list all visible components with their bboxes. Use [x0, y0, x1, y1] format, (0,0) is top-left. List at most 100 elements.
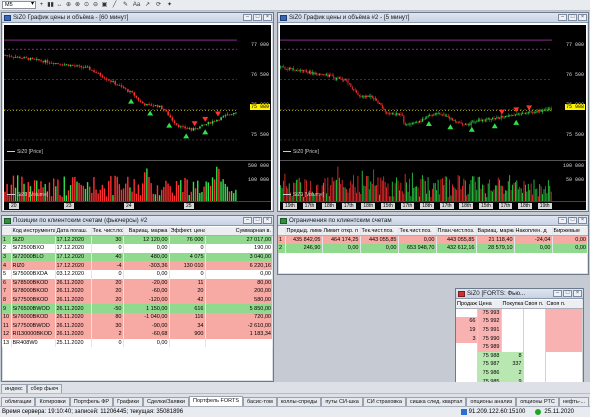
tab-9[interactable]: СИ страховка	[362, 397, 406, 406]
table-row[interactable]: 10 Si76000BKOD 26.11.2020 80 -1 040,00 116 720…	[2, 312, 273, 322]
col-cur-net[interactable]: Тек.чист.поз.	[360, 227, 399, 237]
zoom-out-icon[interactable]: ⊗	[74, 1, 81, 9]
order-book-row[interactable]: 66 75 992	[456, 317, 583, 326]
order-book-row[interactable]: 19 75 991	[456, 325, 583, 335]
order-book-row[interactable]: 75 993	[456, 308, 583, 318]
tab-2[interactable]: Портфель ФР	[69, 397, 114, 406]
col-own-1[interactable]: Своя п.	[523, 300, 546, 310]
table-row[interactable]: 13 BR408W0 25.11.2020 0 0,00	[2, 338, 273, 348]
minimize-button[interactable]: –	[243, 217, 252, 224]
col-buy[interactable]: Покупка	[501, 300, 524, 310]
tab-8[interactable]: путы СИ-шка	[321, 397, 363, 406]
col-sum[interactable]: Суммарная в.	[205, 227, 273, 237]
tab-7[interactable]: коллы-спреды	[276, 397, 322, 406]
table-row[interactable]: 2 Si72500BXO 17.12.2020 0 0,00 0 190,00	[2, 244, 273, 253]
tab-13[interactable]: нефть-...	[558, 397, 590, 406]
close-button[interactable]: ×	[578, 217, 587, 224]
tab-4[interactable]: Сделки/Заявки	[142, 397, 189, 406]
price-panel[interactable]: 77 000 76 500 76 000 75 500 75 988 SiZ0 …	[280, 25, 586, 158]
bars-icon[interactable]: ▮▮	[47, 1, 54, 9]
tab-3[interactable]: Графики	[113, 397, 143, 406]
close-button[interactable]: ×	[263, 14, 272, 21]
table-row[interactable]: 3 Si72000BLO 17.12.2020 40 480,00 4 075 3 040,…	[2, 252, 273, 262]
star-icon[interactable]: ✦	[165, 1, 174, 9]
table-row[interactable]: 8 Si77500BKOD 26.11.2020 20 -120,00 42 580,00	[2, 295, 273, 305]
interval-select[interactable]: M5	[2, 1, 36, 9]
crosshair-icon[interactable]: +	[38, 1, 45, 9]
tab-11[interactable]: опционы анализ	[466, 397, 517, 406]
col-own-2[interactable]: Своя п.	[545, 300, 583, 310]
order-book-row[interactable]: 75 987 337	[456, 360, 583, 369]
price-panel[interactable]: 77 000 76 500 76 000 75 500 75 989 SiZ0 …	[4, 25, 271, 158]
col-price[interactable]: Цена	[477, 300, 502, 310]
connection-indicator[interactable]: 91.209.122.60:15100	[460, 409, 525, 415]
minimize-button[interactable]: –	[558, 217, 567, 224]
minus-icon[interactable]: ⊖	[92, 1, 99, 9]
volume-panel[interactable]: 500 000 100 000 SiZ0 [Volume]	[4, 160, 271, 201]
col-exchange[interactable]: Биржевые	[552, 227, 588, 237]
table-row[interactable]: 9 Si76500BWOD 26.11.2020 -50 1 150,00 616 5 85…	[2, 304, 273, 313]
col-num[interactable]	[278, 227, 286, 237]
col-sell[interactable]: Продаж	[456, 300, 478, 310]
col-effprice[interactable]: Эффект. цена	[169, 227, 206, 237]
window-titlebar[interactable]: Позиции по клиентским счетам (фьючерсы) …	[2, 216, 273, 226]
volume-panel[interactable]: 100 000 50 000 SiZ0 [Volume]	[280, 160, 586, 201]
table-row[interactable]: 1 SiZ0 17.12.2020 30 12 120,00 76 000 27 017,0…	[2, 235, 273, 245]
maximize-button[interactable]: □	[563, 290, 572, 297]
table-row[interactable]: 2 246,90 0,00 0,00 653 948,70 432 612,16 28 57…	[278, 244, 588, 253]
line-tool-icon[interactable]: ╱	[110, 1, 119, 9]
close-button[interactable]: ×	[263, 217, 272, 224]
order-book-row[interactable]: 75 989	[456, 342, 583, 352]
window-titlebar[interactable]: SiZ0 График цены и объёма - [60 минут] –…	[2, 13, 273, 23]
maximize-button[interactable]: □	[568, 14, 577, 21]
col-open-limit[interactable]: Лимит откр. п	[322, 227, 361, 237]
window-titlebar[interactable]: SiZ0 [FORTS: Фью... – □ ×	[456, 289, 583, 299]
window-titlebar[interactable]: SiZ0 График цены и объёма #2 - [5 минут]…	[278, 13, 588, 23]
order-book-row[interactable]: 75 988 8	[456, 351, 583, 361]
table-row[interactable]: 7 Si78000BKOD 26.11.2020 20 -60,00 20 200,00	[2, 287, 273, 296]
table-row[interactable]: 5 Si75000BXDA 03.12.2020 0 0,00 0 0,00	[2, 269, 273, 279]
maximize-button[interactable]: □	[568, 217, 577, 224]
close-button[interactable]: ×	[573, 290, 582, 297]
pan-icon[interactable]: ↔	[56, 1, 63, 9]
col-num[interactable]	[2, 227, 12, 237]
minimize-button[interactable]: –	[553, 290, 562, 297]
col-cur-net-2[interactable]: Тек.чист.поз.	[398, 227, 437, 237]
col-varmargin[interactable]: Вариац. маржа	[476, 227, 515, 237]
tab-10[interactable]: сишка след. квартал	[405, 397, 467, 406]
order-book-row[interactable]: 75 986 2	[456, 368, 583, 378]
chart-area[interactable]: 77 000 76 500 76 000 75 500 75 988 SiZ0 …	[280, 25, 586, 210]
pen-tool-icon[interactable]: ✎	[121, 1, 130, 9]
tab-1[interactable]: Котировки	[35, 397, 70, 406]
col-prev-limit[interactable]: Предыд. лимит	[285, 227, 323, 237]
chart-area[interactable]: 77 000 76 500 76 000 75 500 75 989 SiZ0 …	[4, 25, 271, 210]
table-row[interactable]: 12 RI130000BKOD 26.11.2020 2 -60,68 900 1 183,…	[2, 330, 273, 339]
col-varmargin[interactable]: Вариац. маржа	[123, 227, 170, 237]
close-button[interactable]: ×	[578, 14, 587, 21]
table-row[interactable]: 4 RIZ0 17.12.2020 -4 -303,36 130 010 6 220,16	[2, 261, 273, 270]
target-icon[interactable]: ⊙	[83, 1, 90, 9]
text-tool-icon[interactable]: Aa	[132, 1, 141, 9]
tab-6[interactable]: басис-том	[243, 397, 277, 406]
maximize-button[interactable]: □	[253, 14, 262, 21]
col-accum[interactable]: Накоплен. д	[514, 227, 553, 237]
col-plan-net[interactable]: План.чист.поз.	[436, 227, 477, 237]
minimize-button[interactable]: –	[243, 14, 252, 21]
refresh-icon[interactable]: ⟳	[154, 1, 163, 9]
zoom-in-icon[interactable]: ⊕	[65, 1, 72, 9]
table-row[interactable]: 1 435 842,05 464 174,25 443 055,85 0,00 443 0…	[278, 235, 588, 245]
tab-index[interactable]: индекс	[1, 384, 27, 393]
order-book-row[interactable]: 3 75 990	[456, 334, 583, 343]
tab-0[interactable]: облигации	[1, 397, 36, 406]
tab-sber-futures[interactable]: сбер фьюч	[26, 384, 63, 393]
table-row[interactable]: 11 Si77500BWOD 26.11.2020 30 -90,00 34 -2 610,…	[2, 321, 273, 331]
tab-12[interactable]: опционы РТС	[516, 397, 559, 406]
col-date[interactable]: Дата погаш.	[55, 227, 92, 237]
col-code[interactable]: Код инструмента	[11, 227, 56, 237]
maximize-button[interactable]: □	[253, 217, 262, 224]
tab-5[interactable]: Портфель FORTS	[189, 396, 244, 406]
arrow-tool-icon[interactable]: ↗	[143, 1, 152, 9]
minimize-button[interactable]: –	[558, 14, 567, 21]
table-row[interactable]: 6 Si78500BKOD 26.11.2020 20 -20,00 11 80,00	[2, 278, 273, 288]
window-titlebar[interactable]: Ограничения по клиентским счетам – □ ×	[278, 216, 588, 226]
